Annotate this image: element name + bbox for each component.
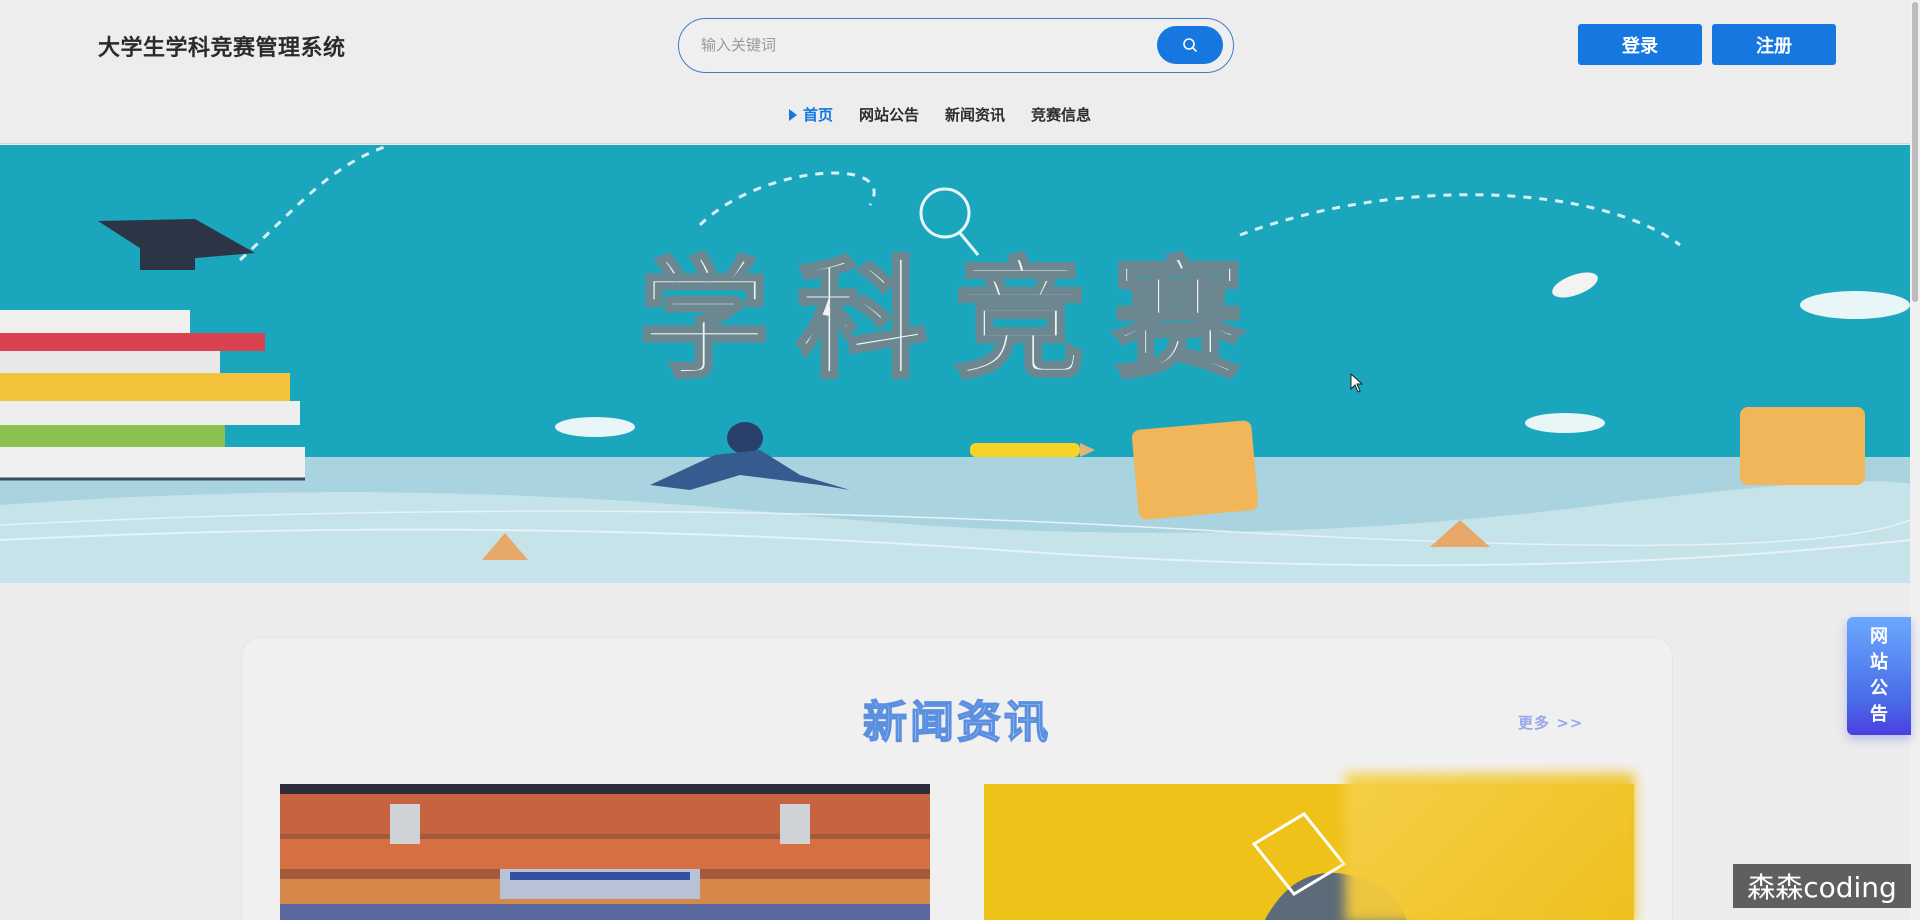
nav-item-label: 竞赛信息	[1031, 106, 1092, 124]
nav-item-announcements[interactable]: 网站公告	[859, 104, 919, 125]
search-button[interactable]	[1157, 26, 1223, 64]
site-title: 大学生学科竞赛管理系统	[98, 36, 346, 61]
scrollbar-thumb[interactable]	[1912, 2, 1918, 302]
watermark: 森森coding	[1733, 864, 1911, 908]
float-char: 网	[1870, 626, 1888, 647]
play-arrow-icon	[788, 108, 797, 121]
nav-item-news[interactable]: 新闻资讯	[945, 104, 1005, 125]
nav-item-competitions[interactable]: 竞赛信息	[1031, 104, 1091, 125]
float-char: 公	[1870, 678, 1888, 699]
banner-headline: 学科竞赛	[639, 244, 1271, 396]
nav-item-home[interactable]: 首页	[788, 104, 833, 125]
float-char: 告	[1870, 704, 1888, 725]
section-title: 新闻资讯	[862, 696, 1051, 749]
more-link[interactable]: 更多 >>	[1518, 712, 1583, 733]
search-input[interactable]	[701, 31, 1121, 59]
main-nav: 首页 网站公告 新闻资讯 竞赛信息	[0, 104, 1920, 125]
register-button[interactable]: 注册	[1712, 24, 1836, 65]
hero-banner: 学科竞赛	[0, 145, 1910, 583]
floating-notice-button[interactable]: 网 站 公 告	[1847, 617, 1911, 735]
float-char: 站	[1870, 652, 1888, 673]
search-box	[678, 18, 1234, 73]
news-thumbnail[interactable]	[280, 784, 930, 920]
blurred-overlay	[1345, 773, 1635, 920]
search-icon	[1183, 38, 1197, 52]
vertical-scrollbar[interactable]	[1910, 0, 1920, 920]
mouse-cursor-icon	[1350, 372, 1364, 397]
site-header: 大学生学科竞赛管理系统 登录 注册 首页 网站公告 新闻资讯 竞赛信息	[0, 0, 1920, 144]
nav-item-label: 首页	[802, 106, 833, 124]
nav-item-label: 新闻资讯	[945, 106, 1006, 124]
nav-item-label: 网站公告	[858, 106, 919, 124]
login-button[interactable]: 登录	[1578, 24, 1702, 65]
